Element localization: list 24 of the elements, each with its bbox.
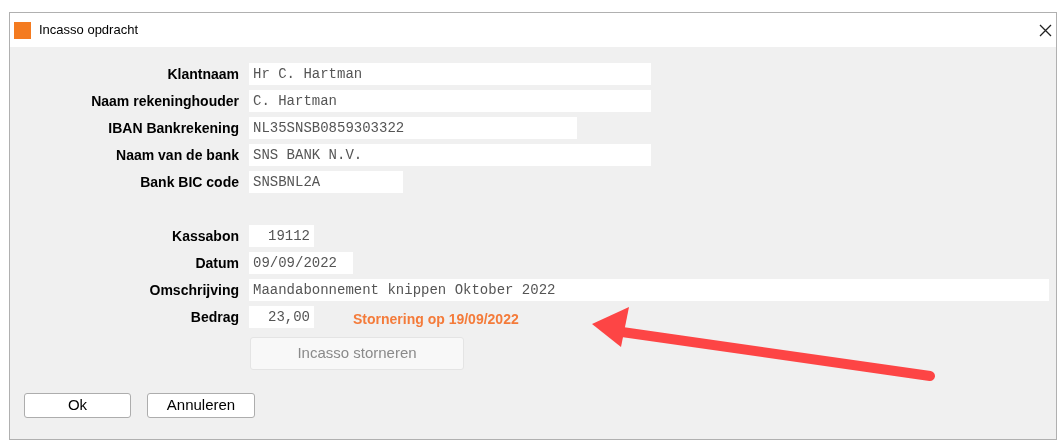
text-field[interactable]: 19112 bbox=[249, 225, 314, 247]
text-field[interactable]: Maandabonnement knippen Oktober 2022 bbox=[249, 279, 1049, 301]
text-field[interactable]: NL35SNSB0859303322 bbox=[249, 117, 577, 139]
field-label: Bedrag bbox=[189, 307, 239, 327]
text-field[interactable]: SNS BANK N.V. bbox=[249, 144, 651, 166]
text-field[interactable]: Hr C. Hartman bbox=[249, 63, 651, 85]
field-label: Omschrijving bbox=[148, 280, 239, 300]
field-label: Naam rekeninghouder bbox=[90, 91, 239, 111]
field-label: Naam van de bank bbox=[115, 145, 239, 165]
field-label: Klantnaam bbox=[166, 64, 239, 84]
field-label: Bank BIC code bbox=[139, 172, 239, 192]
text-field[interactable]: 09/09/2022 bbox=[249, 252, 353, 274]
text-field[interactable]: 23,00 bbox=[249, 306, 314, 328]
field-label: Datum bbox=[194, 253, 239, 273]
window-title: Incasso opdracht bbox=[39, 21, 138, 40]
field-label: IBAN Bankrekening bbox=[107, 118, 239, 138]
ok-button[interactable]: Ok bbox=[24, 393, 131, 418]
text-field[interactable]: C. Hartman bbox=[249, 90, 651, 112]
close-icon bbox=[1038, 23, 1052, 37]
text-field[interactable]: SNSBNL2A bbox=[249, 171, 403, 193]
reversal-notice: Stornering op 19/09/2022 bbox=[353, 309, 519, 329]
app-logo-icon bbox=[14, 21, 31, 39]
field-label: Kassabon bbox=[171, 226, 239, 246]
cancel-button[interactable]: Annuleren bbox=[147, 393, 255, 418]
